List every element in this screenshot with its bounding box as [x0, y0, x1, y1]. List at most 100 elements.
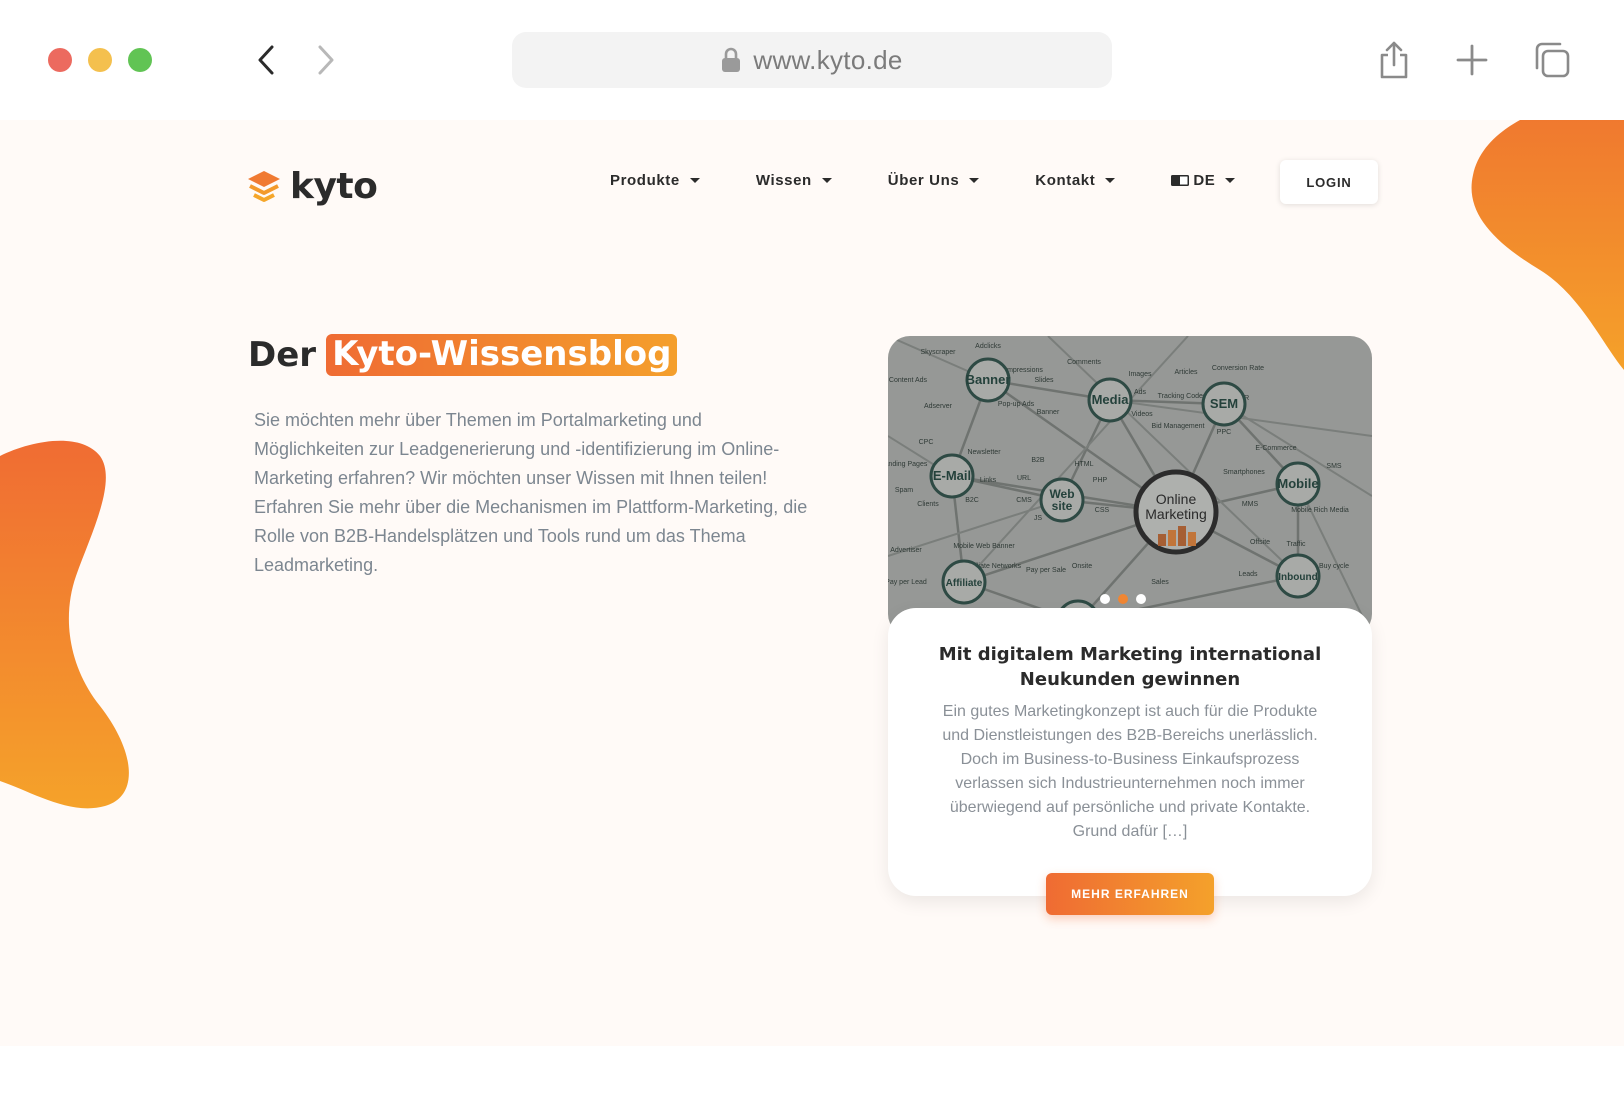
plus-icon	[1456, 44, 1488, 76]
online-marketing-mindmap-image: Skyscraper Adclicks Content Ads Impressions…	[888, 336, 1372, 636]
mindmap-node-label: Affiliate	[946, 578, 983, 589]
mindmap-node-label: Banner	[966, 372, 1011, 387]
mindmap-small-label: Videos	[1131, 411, 1153, 418]
decorative-blob-left	[0, 440, 129, 809]
mindmap-small-label: HTML	[1074, 461, 1093, 468]
mindmap-center-label: Marketing	[1145, 506, 1206, 522]
mindmap-small-label: Impressions	[1005, 367, 1043, 374]
tab-overview-button[interactable]	[1530, 38, 1574, 82]
mindmap-small-label: Leads	[1238, 571, 1258, 578]
mindmap-small-label: PHP	[1093, 477, 1108, 484]
nav-wissen[interactable]: Wissen	[756, 172, 832, 189]
carousel-dot-2[interactable]	[1118, 594, 1128, 604]
mindmap-small-label: Spam	[895, 487, 913, 494]
mindmap-node-label: Media	[1092, 392, 1130, 407]
mindmap-small-label: B2B	[1031, 457, 1045, 464]
logo-text: kyto	[290, 166, 378, 207]
mindmap-small-label: Slides	[1034, 377, 1054, 384]
mindmap-small-label: Skyscraper	[920, 349, 956, 356]
login-button[interactable]: LOGIN	[1280, 160, 1378, 204]
mindmap-small-label: Banner	[1037, 409, 1060, 416]
mindmap-small-label: CSS	[1095, 507, 1110, 514]
mindmap-small-label: Newsletter	[967, 449, 1001, 456]
close-window-button[interactable]	[48, 48, 72, 72]
forward-button[interactable]	[306, 40, 346, 80]
language-selector[interactable]: DE	[1171, 172, 1236, 189]
mindmap-small-label: Onsite	[1072, 563, 1092, 570]
decorative-blob-top-right	[1471, 120, 1624, 370]
mindmap-small-label: URL	[1017, 475, 1031, 482]
caret-down-icon	[969, 178, 980, 183]
mindmap-node-label: E-Mail	[933, 468, 971, 483]
caret-down-icon	[689, 178, 700, 183]
chevron-right-icon	[318, 45, 334, 75]
mindmap-center-label: Online	[1156, 491, 1197, 507]
mindmap-small-label: CMS	[1016, 497, 1032, 504]
nav-ueber-uns[interactable]: Über Uns	[887, 172, 980, 189]
carousel-dot-3[interactable]	[1136, 594, 1146, 604]
mindmap-small-label: JS	[1034, 515, 1043, 522]
hero-title-highlight: Kyto-Wissensblog	[326, 334, 678, 376]
share-button[interactable]	[1372, 38, 1416, 82]
mindmap-small-label: Bid Management	[1152, 423, 1205, 430]
mindmap-small-label: Pay per Sale	[1026, 567, 1066, 574]
nav-kontakt-label: Kontakt	[1035, 172, 1096, 189]
article-card: Mit digitalem Marketing international Ne…	[888, 608, 1372, 896]
nav-produkte-label: Produkte	[610, 172, 680, 189]
mindmap-node-label: SEM	[1210, 396, 1238, 411]
read-more-button[interactable]: MEHR ERFAHREN	[1046, 873, 1214, 915]
nav-ueber-uns-label: Über Uns	[887, 172, 960, 189]
mindmap-small-label: CPC	[919, 439, 934, 446]
mindmap-small-label: MMS	[1242, 501, 1259, 508]
mindmap-small-label: Offsite	[1250, 539, 1270, 546]
mindmap-small-label: Pop-up Ads	[998, 401, 1035, 408]
mindmap-small-label: Adclicks	[975, 343, 1001, 350]
mindmap-node-label: Inbound	[1278, 572, 1317, 583]
mindmap-small-label: Buy cycle	[1319, 563, 1349, 570]
mindmap-small-label: PPC	[1217, 429, 1231, 436]
mindmap-small-label: Landing Pages	[888, 461, 928, 468]
nav-wissen-label: Wissen	[755, 172, 812, 189]
mindmap-center-bar	[1188, 532, 1196, 546]
caret-down-icon	[1105, 178, 1116, 183]
mindmap-center-bar	[1168, 530, 1176, 546]
chevron-left-icon	[258, 45, 274, 75]
hero-title-prefix: Der	[248, 335, 317, 375]
mindmap-small-label: Conversion Rate	[1212, 365, 1264, 372]
carousel-pagination	[1100, 594, 1154, 604]
mindmap-small-label: Sales	[1151, 579, 1169, 586]
mindmap-small-label: Ads	[1134, 389, 1147, 396]
minimize-window-button[interactable]	[88, 48, 112, 72]
mindmap-small-label: Tracking Codes	[1158, 393, 1207, 400]
mindmap-small-label: Mobile Web Banner	[953, 543, 1015, 550]
nav-produkte[interactable]: Produkte	[610, 172, 700, 189]
article-title: Mit digitalem Marketing international Ne…	[938, 644, 1322, 690]
website-page: kyto Produkte Wissen Über Uns Kontakt DE…	[0, 120, 1624, 1046]
tabs-icon	[1535, 42, 1570, 78]
kyto-logo[interactable]: kyto	[246, 166, 378, 207]
carousel-dot-1[interactable]	[1100, 594, 1110, 604]
main-navigation: Produkte Wissen Über Uns Kontakt DE	[610, 172, 1291, 189]
browser-toolbar: www.kyto.de	[0, 0, 1624, 120]
hero-description: Sie möchten mehr über Themen im Portalma…	[254, 410, 808, 575]
mindmap-small-label: Images	[1129, 371, 1152, 378]
mindmap-small-label: Links	[980, 477, 997, 484]
new-tab-button[interactable]	[1450, 38, 1494, 82]
address-bar[interactable]: www.kyto.de	[512, 32, 1112, 88]
language-icon	[1171, 175, 1190, 186]
caret-down-icon	[821, 178, 832, 183]
mindmap-small-label: Adserver	[924, 403, 953, 410]
mindmap-small-label: Pay per Lead	[888, 579, 927, 586]
mindmap-small-label: Comments	[1067, 359, 1101, 366]
maximize-window-button[interactable]	[128, 48, 152, 72]
mindmap-center-bar	[1158, 534, 1166, 546]
article-image[interactable]: Skyscraper Adclicks Content Ads Impressions…	[888, 336, 1372, 636]
mindmap-small-label: B2C	[965, 497, 979, 504]
back-button[interactable]	[246, 40, 286, 80]
mindmap-small-label: SMS	[1326, 463, 1342, 470]
language-label: DE	[1193, 172, 1216, 189]
mindmap-center-bar	[1178, 526, 1186, 546]
lock-icon	[722, 47, 741, 72]
mindmap-small-label: Advertiser	[890, 547, 922, 554]
nav-kontakt[interactable]: Kontakt	[1035, 172, 1116, 189]
